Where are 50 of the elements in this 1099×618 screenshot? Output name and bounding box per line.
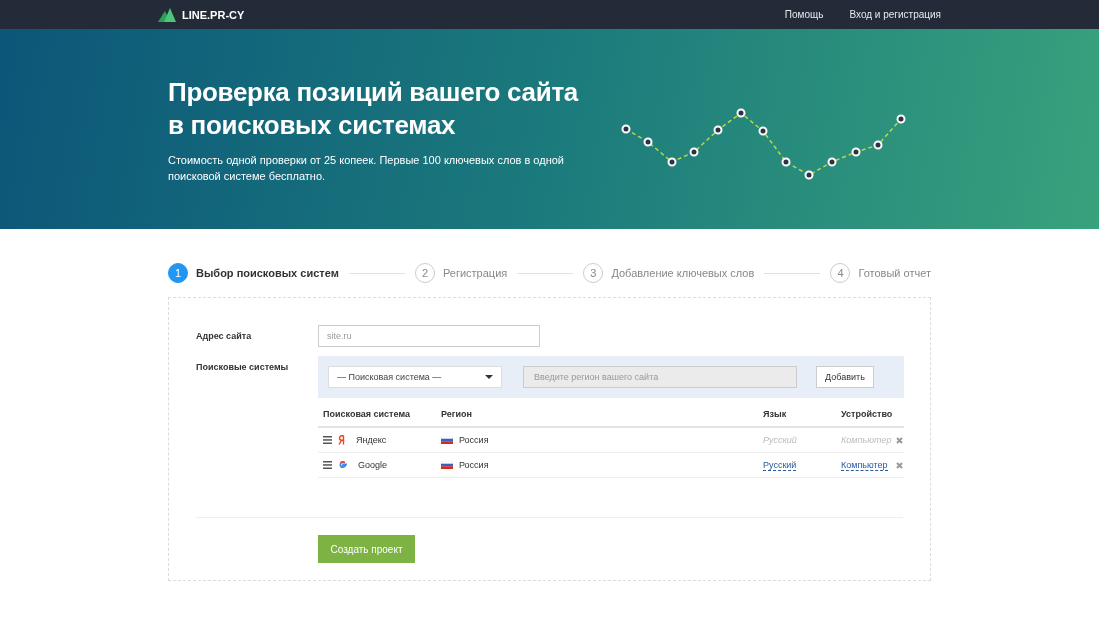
field-label: Адрес сайта (196, 330, 253, 343)
close-icon[interactable] (896, 436, 903, 444)
logo-text[interactable]: LINE.PR-CY (182, 8, 245, 21)
column-header: Язык (762, 408, 788, 419)
step-number: 1 (168, 263, 188, 283)
flag-icon (441, 436, 453, 444)
graph-point (896, 114, 906, 124)
column-header: Поисковая система (322, 408, 411, 419)
caret-icon (485, 375, 493, 379)
region-name: Россия (459, 435, 489, 445)
graph-point (873, 140, 883, 150)
engine-select[interactable]: — Поисковая система — (328, 366, 502, 388)
hero-subtitle: Стоимость одной проверки от 25 копеек. Первые 100 ключевых слов в одной поисковой системе бесплатно. (168, 153, 565, 184)
step-label: Готовый отчет (858, 267, 931, 279)
graph-point (804, 170, 814, 180)
language-link: Русский (763, 434, 797, 446)
flag-icon (441, 461, 453, 469)
drag-handle-icon (323, 436, 332, 444)
graph-point (621, 124, 631, 134)
hero-title: Проверка позиций вашего сайта в поисковых системах (168, 76, 580, 142)
column-header: Регион (440, 408, 473, 419)
nav-link[interactable]: Вход и регистрация (849, 9, 941, 20)
step-label: Регистрация (442, 267, 508, 279)
graph-point (851, 147, 861, 157)
graph-point (736, 108, 746, 118)
graph-point (781, 157, 791, 167)
device-link: Компьютер (841, 434, 892, 446)
nav-link[interactable]: Помощь (784, 9, 824, 20)
drag-handle-icon (323, 461, 332, 469)
graph-point (713, 125, 723, 135)
graph-point (689, 147, 699, 157)
yandex-icon (338, 435, 346, 445)
engine-name: Google (358, 460, 388, 470)
address-input[interactable]: site.ru (318, 325, 540, 347)
region-name: Россия (459, 460, 489, 470)
graph-point (827, 157, 837, 167)
graph-point (758, 126, 768, 136)
graph-point (643, 137, 653, 147)
add-button[interactable]: Добавить (816, 366, 874, 388)
step-label: Выбор поисковых систем (196, 267, 339, 279)
column-header: Устройство (840, 408, 891, 419)
google-icon (338, 460, 348, 470)
step-label: Добавление ключевых слов (611, 267, 755, 279)
engine-name: Яндекс (356, 435, 387, 445)
field-label: Поисковые системы (196, 361, 290, 374)
close-icon[interactable] (896, 461, 903, 469)
graph-point (667, 157, 677, 167)
device-link[interactable]: Компьютер (841, 459, 888, 471)
logo-icon (158, 7, 176, 22)
language-link[interactable]: Русский (763, 459, 797, 471)
